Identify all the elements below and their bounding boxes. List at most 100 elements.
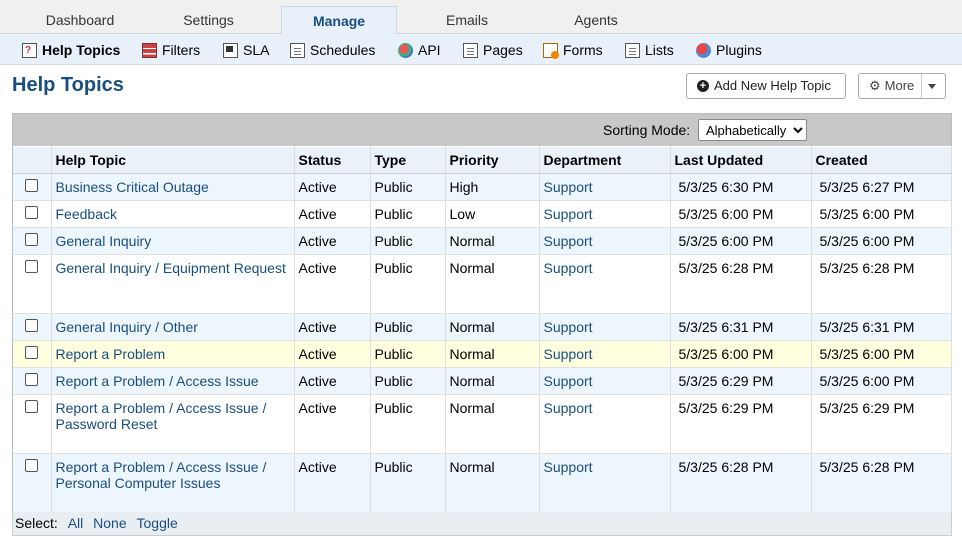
department-link[interactable]: Support [544, 319, 593, 335]
row-checkbox-cell [13, 173, 52, 201]
header-type[interactable]: Type [370, 146, 446, 174]
type-cell: Public [374, 206, 413, 222]
type-cell: Public [370, 313, 446, 341]
tab-settings[interactable]: Settings [146, 6, 271, 34]
last-updated-cell: 5/3/25 6:31 PM [670, 313, 812, 341]
schedules-icon [290, 42, 305, 58]
row-checkbox[interactable] [25, 346, 39, 359]
header-department[interactable]: Department [539, 146, 671, 174]
priority-cell: Normal [449, 459, 495, 475]
chevron-down-icon[interactable] [928, 84, 936, 89]
created-cell: 5/3/25 6:28 PM [811, 254, 952, 314]
row-checkbox[interactable] [25, 373, 39, 386]
department-cell: Support [539, 394, 671, 454]
status-cell: Active [294, 313, 371, 341]
department-cell: Support [539, 340, 671, 368]
last-updated-cell: 5/3/25 6:00 PM [670, 340, 812, 368]
tab-agents[interactable]: Agents [532, 6, 660, 34]
header-priority[interactable]: Priority [445, 146, 540, 174]
subnav-sla[interactable]: SLA [223, 40, 269, 60]
subnav-filters[interactable]: Filters [142, 40, 200, 60]
help-topic-link[interactable]: Report a Problem / Access Issue / Person… [56, 459, 267, 491]
subnav-schedules[interactable]: Schedules [290, 40, 375, 60]
department-link[interactable]: Support [544, 400, 593, 416]
last-updated-cell: 5/3/25 6:30 PM [678, 179, 774, 195]
select-toggle-link[interactable]: Toggle [137, 515, 178, 531]
status-cell: Active [298, 400, 337, 416]
department-link[interactable]: Support [544, 459, 593, 475]
status-cell: Active [294, 200, 371, 228]
sorting-mode-label: Sorting Mode: [603, 122, 691, 138]
selection-footer: Select: All None Toggle [12, 512, 952, 536]
row-checkbox-cell [13, 340, 52, 368]
table-row: General Inquiry / Equipment Request Activ… [13, 254, 952, 314]
subnav-help-topics[interactable]: Help Topics [22, 40, 120, 61]
priority-cell: High [445, 173, 540, 201]
help-topic-link[interactable]: General Inquiry / Other [56, 319, 198, 335]
created-cell: 5/3/25 6:27 PM [819, 179, 915, 195]
help-topic-link[interactable]: General Inquiry / Equipment Request [56, 260, 286, 276]
status-cell: Active [298, 459, 337, 475]
type-cell: Public [374, 373, 413, 389]
add-help-topic-button[interactable]: + Add New Help Topic [686, 73, 846, 99]
department-link[interactable]: Support [544, 233, 593, 249]
last-updated-cell: 5/3/25 6:28 PM [670, 254, 812, 314]
header-status[interactable]: Status [294, 146, 371, 174]
status-cell: Active [298, 179, 337, 195]
help-topic-link[interactable]: Report a Problem / Access Issue [56, 373, 259, 389]
subnav-pages[interactable]: Pages [463, 40, 523, 60]
select-all-link[interactable]: All [68, 515, 84, 531]
last-updated-cell: 5/3/25 6:00 PM [678, 233, 774, 249]
row-checkbox[interactable] [25, 400, 39, 413]
row-checkbox[interactable] [25, 459, 39, 472]
department-link[interactable]: Support [544, 346, 593, 362]
type-cell: Public [374, 319, 413, 335]
created-cell: 5/3/25 6:29 PM [819, 400, 915, 416]
row-checkbox[interactable] [25, 319, 39, 332]
department-link[interactable]: Support [544, 179, 593, 195]
last-updated-cell: 5/3/25 6:31 PM [678, 319, 774, 335]
more-button[interactable]: ⚙ More [858, 73, 946, 99]
department-link[interactable]: Support [544, 206, 593, 222]
help-topic-link[interactable]: Business Critical Outage [56, 179, 209, 195]
help-topic-link[interactable]: Feedback [56, 206, 117, 222]
select-none-link[interactable]: None [93, 515, 126, 531]
sorting-mode-select[interactable]: Alphabetically [698, 119, 807, 141]
row-checkbox[interactable] [25, 206, 39, 219]
subnav-lists[interactable]: Lists [625, 40, 674, 60]
table-row: Report a Problem / Access Issue Active Pub… [13, 367, 952, 395]
row-checkbox[interactable] [25, 179, 39, 192]
header-help-topic[interactable]: Help Topic [51, 146, 295, 174]
status-cell: Active [294, 453, 371, 513]
department-cell: Support [539, 453, 671, 513]
created-cell: 5/3/25 6:00 PM [811, 367, 952, 395]
subnav-forms[interactable]: Forms [543, 40, 603, 60]
priority-cell: Normal [449, 260, 495, 276]
help-topic-cell: General Inquiry [51, 227, 295, 255]
help-topic-link[interactable]: Report a Problem [56, 346, 166, 362]
help-topic-link[interactable]: General Inquiry [56, 233, 152, 249]
tab-emails[interactable]: Emails [404, 6, 530, 34]
type-cell: Public [370, 227, 446, 255]
status-cell: Active [294, 227, 371, 255]
row-checkbox[interactable] [25, 260, 39, 273]
department-link[interactable]: Support [544, 373, 593, 389]
header-created[interactable]: Created [811, 146, 952, 174]
forms-icon [543, 42, 559, 59]
subnav-api[interactable]: API [398, 40, 441, 60]
help-topic-cell: General Inquiry / Other [51, 313, 295, 341]
status-cell: Active [294, 340, 371, 368]
tab-dashboard[interactable]: Dashboard [14, 6, 146, 34]
subnav-plugins[interactable]: Plugins [696, 40, 762, 60]
row-checkbox-cell [13, 200, 52, 228]
priority-cell: Normal [445, 254, 540, 314]
header-last-updated[interactable]: Last Updated [670, 146, 812, 174]
help-topic-link[interactable]: Report a Problem / Access Issue / Passwo… [56, 400, 267, 432]
tab-manage[interactable]: Manage [281, 6, 397, 35]
top-nav: Dashboard Settings Manage Emails Agents [0, 0, 962, 35]
row-checkbox[interactable] [25, 233, 39, 246]
last-updated-cell: 5/3/25 6:28 PM [670, 453, 812, 513]
sub-nav: Help Topics Filters SLA Schedules API Pa… [0, 34, 962, 65]
department-link[interactable]: Support [544, 260, 593, 276]
department-cell: Support [539, 313, 671, 341]
